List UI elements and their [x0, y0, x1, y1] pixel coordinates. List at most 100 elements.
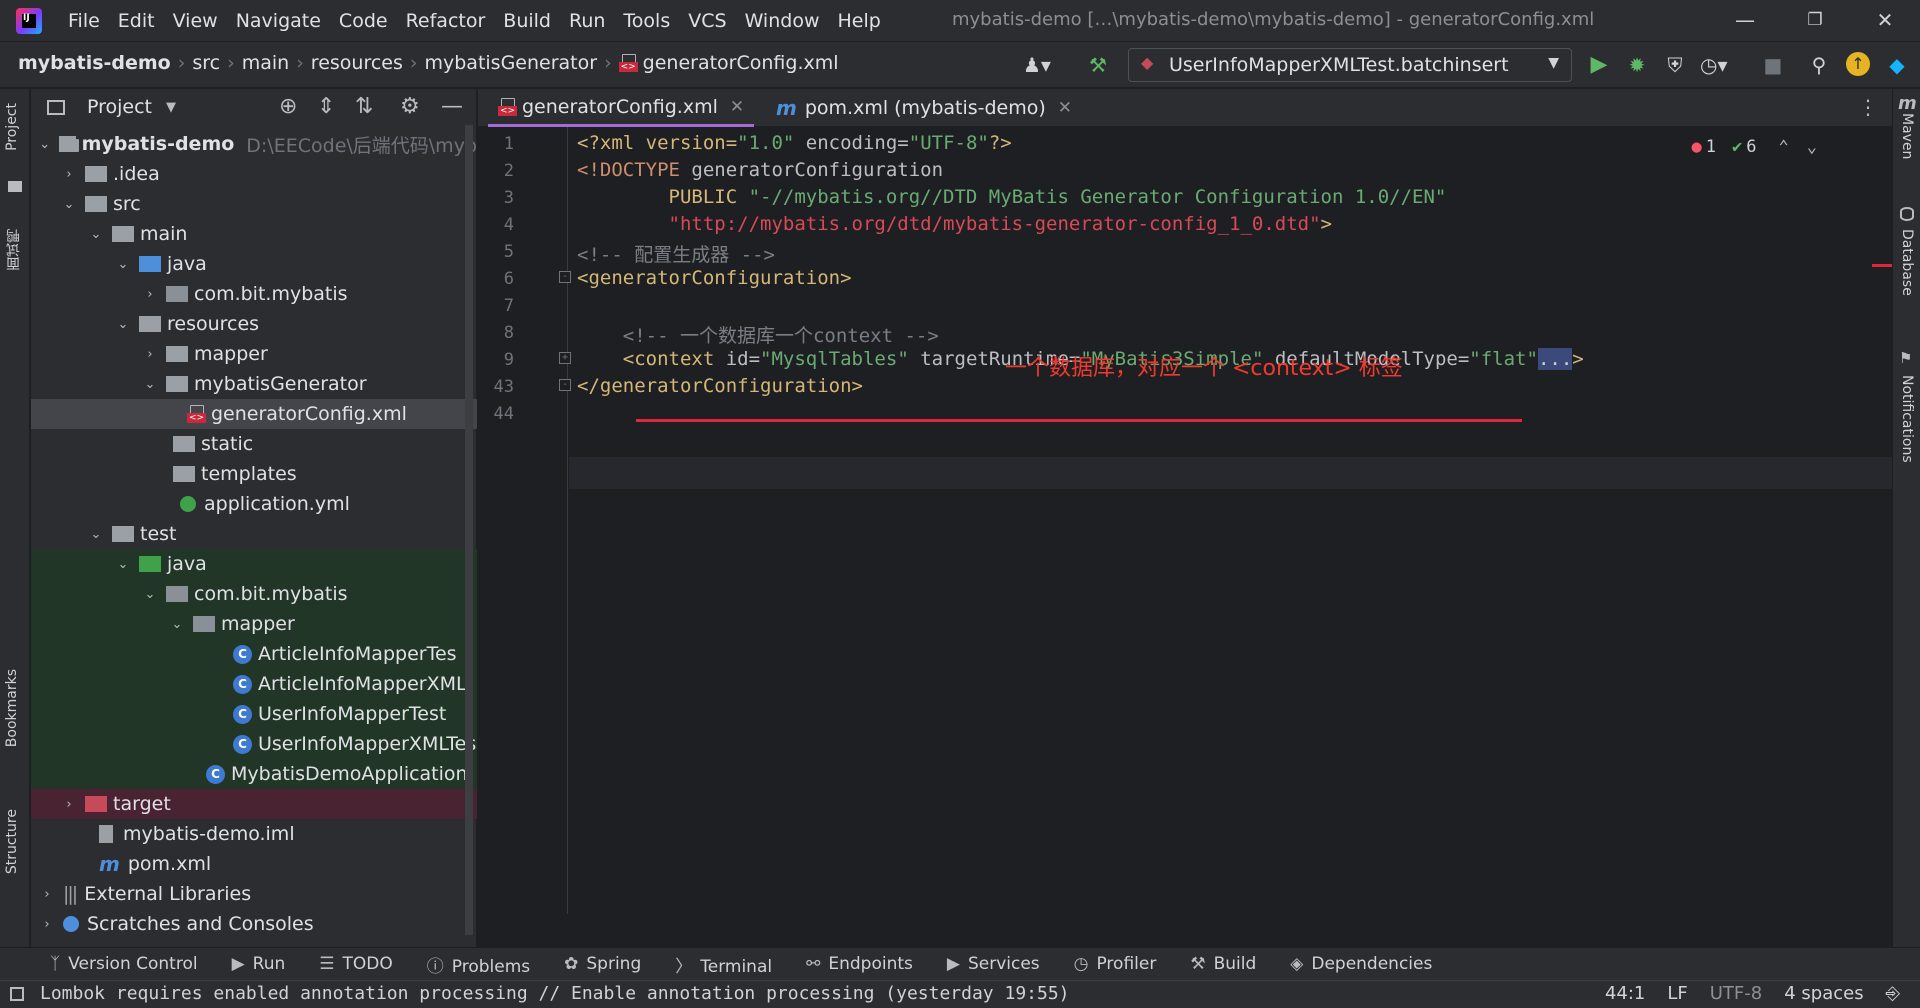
build-hammer-icon[interactable]: ⚒	[1085, 52, 1111, 78]
stop-icon[interactable]: ■	[1760, 52, 1786, 78]
menu-file[interactable]: File	[68, 10, 100, 32]
chevron-down-icon[interactable]: ▼	[166, 100, 176, 115]
breadcrumb-mybatisgenerator[interactable]: mybatisGenerator	[424, 52, 597, 74]
locate-icon[interactable]: ⊕	[279, 94, 297, 119]
inspection-widget[interactable]: ● 1 ✔ 6 ⌃ ⌄	[1692, 137, 1818, 157]
tree-item-static[interactable]: static	[31, 429, 477, 459]
tree-item-class[interactable]: C MybatisDemoApplication	[31, 759, 477, 789]
tree-item-test[interactable]: ⌄ test	[31, 519, 477, 549]
menu-help[interactable]: Help	[837, 10, 880, 32]
menu-run[interactable]: Run	[569, 10, 605, 32]
tree-item-main-java[interactable]: ⌄ java	[31, 249, 477, 279]
panel-toggle-icon[interactable]	[10, 987, 24, 1001]
breadcrumb-project[interactable]: mybatis-demo	[18, 52, 171, 74]
tree-item-iml[interactable]: mybatis-demo.iml	[31, 819, 477, 849]
expand-all-icon[interactable]: ⇕	[317, 94, 335, 119]
fold-end-icon[interactable]: -	[559, 379, 571, 391]
gear-icon[interactable]: ⚙	[400, 94, 420, 119]
more-tabs-icon[interactable]: ⋮	[1858, 95, 1878, 119]
tool-services[interactable]: ▶ Services	[947, 954, 1040, 974]
tree-item-mapper[interactable]: › mapper	[31, 339, 477, 369]
run-configuration-selector[interactable]: ◆ UserInfoMapperXMLTest.batchinsert ▼	[1128, 48, 1572, 82]
run-icon[interactable]: ▶	[1586, 52, 1612, 78]
status-message[interactable]: Lombok requires enabled annotation proce…	[40, 983, 1070, 1004]
tool-run[interactable]: ▶ Run	[232, 954, 286, 974]
close-window-icon[interactable]: ✕	[1870, 6, 1900, 34]
bookmarks-tool-button[interactable]: Bookmarks	[4, 669, 20, 747]
collapse-all-icon[interactable]: ⇅	[355, 94, 373, 119]
structure-tool-button[interactable]: Structure	[4, 809, 20, 874]
error-stripe-marker[interactable]	[1872, 264, 1892, 267]
tree-item-class[interactable]: C UserInfoMapperTest	[31, 699, 477, 729]
menu-window[interactable]: Window	[745, 10, 820, 32]
breadcrumb-resources[interactable]: resources	[311, 52, 403, 74]
breadcrumb-main[interactable]: main	[242, 52, 289, 74]
maven-tool-button[interactable]: Maven	[1899, 113, 1915, 159]
tree-item-main[interactable]: ⌄ main	[31, 219, 477, 249]
breadcrumb-src[interactable]: src	[192, 52, 220, 74]
debug-icon[interactable]: ✹	[1624, 52, 1650, 78]
tool-problems[interactable]: ⓘ Problems	[427, 952, 530, 977]
close-tab-icon[interactable]: ✕	[1058, 98, 1072, 118]
tab-pom[interactable]: m pom.xml (mybatis-demo) ✕	[766, 89, 1082, 127]
project-tool-button[interactable]: Project	[4, 103, 20, 151]
tab-generatorconfig[interactable]: generatorConfig.xml ✕	[488, 89, 755, 127]
code-editor[interactable]: 1 2 3 4 5 6 7 8 9 43 44 - + - <?xml vers…	[478, 127, 1892, 914]
profile-icon[interactable]: ◷▾	[1700, 52, 1728, 78]
chevron-up-icon[interactable]: ⌃	[1779, 137, 1789, 157]
interview-tool-button[interactable]: 面试鸭	[4, 229, 24, 271]
tool-endpoints[interactable]: ⚯ Endpoints	[806, 954, 913, 974]
expand-fold-icon[interactable]: +	[559, 352, 571, 364]
search-icon[interactable]: ⚲	[1806, 52, 1832, 78]
tree-item-resources[interactable]: ⌄ resources	[31, 309, 477, 339]
line-separator[interactable]: LF	[1667, 983, 1687, 1004]
tree-item-class[interactable]: C ArticleInfoMapperTes	[31, 639, 477, 669]
breadcrumb-file[interactable]: generatorConfig.xml	[643, 52, 839, 74]
menu-refactor[interactable]: Refactor	[406, 10, 486, 32]
menu-tools[interactable]: Tools	[623, 10, 670, 32]
fold-icon[interactable]: -	[559, 271, 571, 283]
tree-item-test-java[interactable]: ⌄ java	[31, 549, 477, 579]
tree-item-class[interactable]: C UserInfoMapperXMLTes	[31, 729, 477, 759]
lock-icon[interactable]: ⎆	[1886, 983, 1900, 1004]
tree-item-external-libraries[interactable]: › ||| External Libraries	[31, 879, 477, 909]
tool-version-control[interactable]: ᛉ Version Control	[50, 954, 198, 974]
update-icon[interactable]: ↑	[1846, 52, 1870, 76]
database-tool-button[interactable]: Database	[1899, 229, 1915, 296]
menu-vcs[interactable]: VCS	[688, 10, 726, 32]
project-panel-title[interactable]: Project	[87, 96, 152, 118]
menu-build[interactable]: Build	[503, 10, 551, 32]
tool-todo[interactable]: ☰ TODO	[319, 954, 393, 974]
vcs-user-icon[interactable]: ♟▾	[1023, 52, 1051, 78]
menu-view[interactable]: View	[173, 10, 218, 32]
hide-panel-icon[interactable]: —	[441, 94, 463, 119]
tree-item-test-mapper[interactable]: ⌄ mapper	[31, 609, 477, 639]
tree-item-src[interactable]: ⌄ src	[31, 189, 477, 219]
tool-spring[interactable]: ✿ Spring	[564, 954, 641, 974]
tree-item-idea[interactable]: › .idea	[31, 159, 477, 189]
caret-position[interactable]: 44:1	[1605, 983, 1645, 1004]
menu-edit[interactable]: Edit	[118, 10, 155, 32]
tree-item-generatorconfig[interactable]: generatorConfig.xml	[31, 399, 477, 429]
tool-profiler[interactable]: ◷ Profiler	[1074, 954, 1157, 974]
restore-icon[interactable]: ❐	[1800, 6, 1830, 34]
tree-item-mybatis-demo[interactable]: ⌄ mybatis-demo D:\EECode\后端代码\myb	[31, 129, 477, 159]
ide-assistant-icon[interactable]: ◆	[1884, 52, 1910, 78]
notifications-tool-button[interactable]: Notifications	[1899, 375, 1915, 463]
close-tab-icon[interactable]: ✕	[730, 97, 744, 117]
tool-build[interactable]: ⚒ Build	[1190, 954, 1256, 974]
tree-item-pom[interactable]: m pom.xml	[31, 849, 477, 879]
tree-item-application-yml[interactable]: application.yml	[31, 489, 477, 519]
tool-terminal[interactable]: 〉 Terminal	[675, 952, 772, 977]
folded-region[interactable]: ...	[1537, 348, 1573, 370]
tree-item-target[interactable]: › target	[31, 789, 477, 819]
file-encoding[interactable]: UTF-8	[1710, 983, 1762, 1004]
tree-item-scratches[interactable]: › Scratches and Consoles	[31, 909, 477, 935]
indent-setting[interactable]: 4 spaces	[1784, 983, 1863, 1004]
menu-code[interactable]: Code	[339, 10, 388, 32]
menu-navigate[interactable]: Navigate	[236, 10, 321, 32]
tree-item-package[interactable]: › com.bit.mybatis	[31, 279, 477, 309]
chevron-down-icon[interactable]: ⌄	[1807, 137, 1817, 157]
coverage-icon[interactable]: ⛨	[1662, 52, 1688, 78]
tree-scrollbar[interactable]	[465, 125, 473, 935]
